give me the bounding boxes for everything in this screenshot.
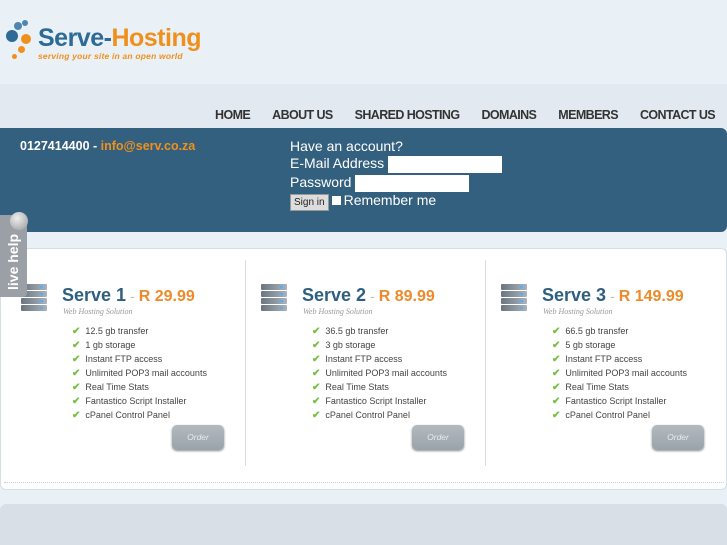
email-input[interactable] [388, 155, 503, 173]
check-icon: ✔ [72, 326, 81, 337]
contact-info: 0127414400 - info@serv.co.za [20, 139, 196, 153]
feature-item: ✔ Unlimited POP3 mail accounts [72, 368, 207, 379]
feature-item: ✔ 3 gb storage [312, 340, 376, 351]
login-heading: Have an account? [290, 138, 403, 154]
feature-item: ✔ Instant FTP access [312, 354, 403, 365]
plan-price: R 89.99 [378, 288, 435, 305]
feature-item: ✔ Instant FTP access [72, 354, 163, 365]
main-nav: HOME ABOUT US SHARED HOSTING DOMAINS MEM… [193, 108, 716, 122]
feature-item: ✔ Fantastico Script Installer [312, 396, 427, 407]
check-icon: ✔ [312, 326, 321, 337]
remember-me-checkbox[interactable] [331, 196, 341, 206]
plan-title: Serve 2-R 89.99 [302, 285, 435, 305]
check-icon: ✔ [72, 410, 81, 421]
check-icon: ✔ [552, 326, 561, 337]
order-button[interactable]: Order [412, 425, 464, 450]
nav-shared-hosting[interactable]: SHARED HOSTING [355, 108, 460, 122]
logo-bubble-icon [22, 20, 28, 26]
check-icon: ✔ [72, 382, 81, 393]
email-link[interactable]: info@serv.co.za [101, 139, 196, 153]
plan-title: Serve 3-R 149.99 [542, 285, 684, 305]
feature-item: ✔ 1 gb storage [72, 340, 136, 351]
login-form: Have an account? E-Mail Address Password… [290, 138, 503, 211]
logo-bubble-icon [6, 30, 18, 42]
logo-bubble-icon [14, 22, 22, 30]
plan-price: R 149.99 [618, 288, 684, 305]
logo-bubble-icon [12, 54, 17, 59]
nav-members[interactable]: MEMBERS [558, 108, 618, 122]
feature-item: ✔ Instant FTP access [552, 354, 643, 365]
feature-item: ✔ Real Time Stats [72, 382, 149, 393]
nav-domains[interactable]: DOMAINS [481, 108, 536, 122]
order-button[interactable]: Order [652, 425, 704, 450]
nav-home[interactable]: HOME [215, 108, 251, 122]
feature-list: ✔ 66.5 gb transfer ✔ 5 gb storage ✔ Instant… [552, 324, 687, 422]
check-icon: ✔ [552, 410, 561, 421]
check-icon: ✔ [72, 396, 81, 407]
phone: 0127414400 [20, 139, 90, 153]
feature-item: ✔ Unlimited POP3 mail accounts [552, 368, 687, 379]
check-icon: ✔ [312, 396, 321, 407]
live-help-knob-icon [10, 212, 28, 230]
logo-bubble-icon [18, 46, 25, 53]
plan-subtitle: Web Hosting Solution [543, 307, 613, 316]
nav-about-us[interactable]: ABOUT US [272, 108, 333, 122]
check-icon: ✔ [312, 340, 321, 351]
feature-item: ✔ cPanel Control Panel [312, 410, 410, 421]
plan-title: Serve 1-R 29.99 [62, 285, 195, 305]
check-icon: ✔ [72, 368, 81, 379]
feature-item: ✔ 12.5 gb transfer [72, 326, 149, 337]
feature-item: ✔ 66.5 gb transfer [552, 326, 629, 337]
plan-subtitle: Web Hosting Solution [63, 307, 133, 316]
feature-item: ✔ 36.5 gb transfer [312, 326, 389, 337]
feature-list: ✔ 12.5 gb transfer ✔ 1 gb storage ✔ Instant… [72, 324, 207, 422]
server-icon [498, 283, 530, 315]
plan-card: Serve 3-R 149.99 Web Hosting Solution ✔ 6… [480, 260, 720, 466]
feature-item: ✔ 5 gb storage [552, 340, 616, 351]
check-icon: ✔ [552, 382, 561, 393]
check-icon: ✔ [72, 354, 81, 365]
server-icon [258, 283, 290, 315]
plan-card: Serve 2-R 89.99 Web Hosting Solution ✔ 36… [240, 260, 480, 466]
sign-in-button[interactable]: Sign in [290, 193, 329, 211]
logo[interactable]: Serve-Hosting serving your site in an op… [4, 18, 214, 64]
feature-list: ✔ 36.5 gb transfer ✔ 3 gb storage ✔ Instant… [312, 324, 447, 422]
check-icon: ✔ [72, 340, 81, 351]
check-icon: ✔ [312, 382, 321, 393]
feature-item: ✔ Fantastico Script Installer [552, 396, 667, 407]
check-icon: ✔ [552, 396, 561, 407]
remember-me-label: Remember me [343, 191, 437, 208]
feature-item: ✔ Real Time Stats [312, 382, 389, 393]
order-button[interactable]: Order [172, 425, 224, 450]
password-input[interactable] [355, 174, 470, 192]
check-icon: ✔ [312, 410, 321, 421]
password-label: Password [290, 173, 352, 190]
logo-name: Serve-Hosting [38, 24, 201, 52]
check-icon: ✔ [312, 354, 321, 365]
feature-item: ✔ Unlimited POP3 mail accounts [312, 368, 447, 379]
email-label: E-Mail Address [290, 155, 385, 171]
feature-item: ✔ cPanel Control Panel [72, 410, 170, 421]
plan-subtitle: Web Hosting Solution [303, 307, 373, 316]
check-icon: ✔ [552, 340, 561, 351]
feature-item: ✔ cPanel Control Panel [552, 410, 650, 421]
logo-tagline: serving your site in an open world [38, 51, 183, 61]
logo-bubble-icon [21, 34, 31, 44]
check-icon: ✔ [312, 368, 321, 379]
footer [0, 504, 727, 545]
check-icon: ✔ [552, 354, 561, 365]
plan-price: R 29.99 [138, 288, 195, 305]
divider [4, 482, 724, 483]
feature-item: ✔ Real Time Stats [552, 382, 629, 393]
feature-item: ✔ Fantastico Script Installer [72, 396, 187, 407]
plan-card: Serve 1-R 29.99 Web Hosting Solution ✔ 12… [0, 260, 240, 466]
check-icon: ✔ [552, 368, 561, 379]
nav-contact-us[interactable]: CONTACT US [640, 108, 716, 122]
